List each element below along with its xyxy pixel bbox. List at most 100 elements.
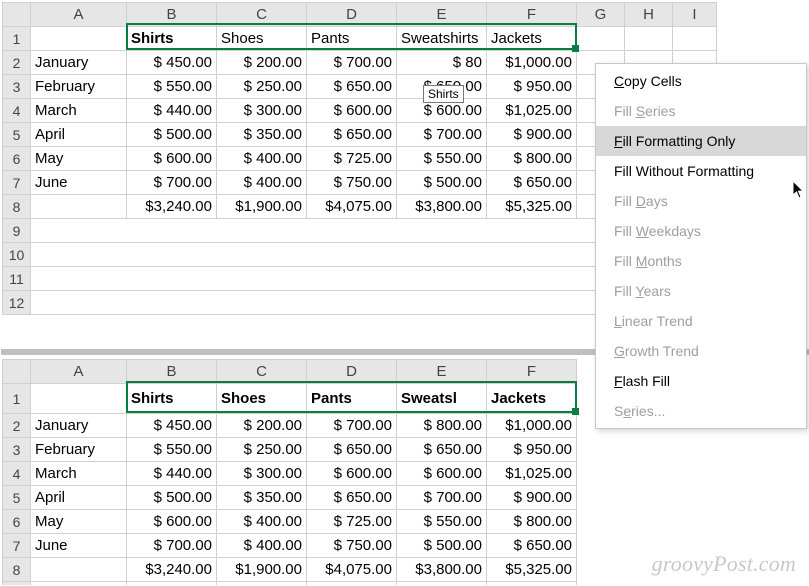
cell[interactable]: $ 250.00 xyxy=(217,438,307,462)
cell[interactable]: $1,000.00 xyxy=(487,414,577,438)
cell[interactable] xyxy=(625,27,673,51)
col-header[interactable]: E xyxy=(397,3,487,27)
row-header[interactable]: 3 xyxy=(3,438,31,462)
cell[interactable]: $ 600.00 xyxy=(127,147,217,171)
row-header[interactable]: 7 xyxy=(3,171,31,195)
cell[interactable]: $4,075.00 xyxy=(307,195,397,219)
column-header-row[interactable]: A B C D E F xyxy=(3,360,577,384)
cell[interactable]: $ 80 xyxy=(397,51,487,75)
table-row[interactable]: 7 June $ 700.00 $ 400.00 $ 750.00 $ 500.… xyxy=(3,534,577,558)
cell[interactable]: $ 700.00 xyxy=(397,486,487,510)
cell[interactable]: $ 900.00 xyxy=(487,486,577,510)
cell[interactable]: $ 950.00 xyxy=(487,438,577,462)
cell[interactable]: April xyxy=(31,123,127,147)
cell[interactable]: $ 450.00 xyxy=(127,51,217,75)
cell[interactable]: $ 550.00 xyxy=(397,147,487,171)
row-header[interactable]: 2 xyxy=(3,414,31,438)
cell[interactable] xyxy=(673,27,717,51)
cell[interactable]: $ 500.00 xyxy=(127,123,217,147)
row-header[interactable]: 12 xyxy=(3,291,31,315)
select-all[interactable] xyxy=(3,360,31,384)
col-header[interactable]: A xyxy=(31,3,127,27)
cell[interactable]: $ 440.00 xyxy=(127,462,217,486)
table-row[interactable]: 1 Shirts Shoes Pants Sweatsl Jackets xyxy=(3,384,577,414)
cell[interactable] xyxy=(577,27,625,51)
cell[interactable]: $ 400.00 xyxy=(217,534,307,558)
cell[interactable]: $ 600.00 xyxy=(127,510,217,534)
cell-header-shirts[interactable]: Shirts xyxy=(127,27,217,51)
menu-flash-fill[interactable]: Flash Fill xyxy=(596,366,806,396)
cell[interactable]: June xyxy=(31,171,127,195)
cell[interactable]: $3,240.00 xyxy=(127,195,217,219)
cell[interactable]: $ 500.00 xyxy=(127,486,217,510)
row-header[interactable]: 9 xyxy=(3,219,31,243)
cell[interactable]: $1,000.00 xyxy=(487,51,577,75)
cell[interactable]: $ 350.00 xyxy=(217,123,307,147)
row-header[interactable]: 2 xyxy=(3,51,31,75)
col-header[interactable]: C xyxy=(217,360,307,384)
menu-fill-formatting-only[interactable]: Fill Formatting Only xyxy=(596,126,806,156)
cell[interactable]: $ 200.00 xyxy=(217,51,307,75)
cell[interactable]: February xyxy=(31,438,127,462)
cell[interactable] xyxy=(31,558,127,582)
row-header[interactable]: 6 xyxy=(3,147,31,171)
cell[interactable]: $ 650.00 xyxy=(487,534,577,558)
col-header[interactable]: C xyxy=(217,3,307,27)
cell[interactable]: $3,240.00 xyxy=(127,558,217,582)
cell[interactable]: $ 400.00 xyxy=(217,147,307,171)
cell[interactable]: $ 600.00 xyxy=(397,462,487,486)
col-header[interactable]: F xyxy=(487,3,577,27)
row-header[interactable]: 1 xyxy=(3,27,31,51)
cell[interactable]: $5,325.00 xyxy=(487,195,577,219)
col-header[interactable]: I xyxy=(673,3,717,27)
col-header[interactable]: B xyxy=(127,3,217,27)
row-header[interactable]: 6 xyxy=(3,510,31,534)
menu-copy-cells[interactable]: Copy Cells xyxy=(596,66,806,96)
cell[interactable]: $ 800.00 xyxy=(397,414,487,438)
table-row[interactable]: 5 April $ 500.00 $ 350.00 $ 650.00 $ 700… xyxy=(3,486,577,510)
cell[interactable]: $ 300.00 xyxy=(217,99,307,123)
column-header-row[interactable]: A B C D E F G H I xyxy=(3,3,717,27)
cell[interactable]: $ 750.00 xyxy=(307,171,397,195)
row-header[interactable]: 1 xyxy=(3,384,31,414)
row-header[interactable]: 8 xyxy=(3,558,31,582)
cell[interactable]: $ 450.00 xyxy=(127,414,217,438)
cell-header[interactable]: Shoes xyxy=(217,384,307,414)
cell[interactable]: May xyxy=(31,510,127,534)
cell[interactable]: $ 250.00 xyxy=(217,75,307,99)
cell-header[interactable]: Pants xyxy=(307,27,397,51)
select-all[interactable] xyxy=(3,3,31,27)
col-header[interactable]: B xyxy=(127,360,217,384)
cell[interactable]: $ 500.00 xyxy=(397,171,487,195)
col-header[interactable]: E xyxy=(397,360,487,384)
cell-header[interactable]: Jackets xyxy=(487,384,577,414)
cell[interactable]: $ 700.00 xyxy=(397,123,487,147)
col-header[interactable]: A xyxy=(31,360,127,384)
cell[interactable]: $ 650.00 xyxy=(307,486,397,510)
cell[interactable]: $ 650.00 xyxy=(397,438,487,462)
cell[interactable]: March xyxy=(31,99,127,123)
cell[interactable]: $ 700.00 xyxy=(127,534,217,558)
cell[interactable]: $1,900.00 xyxy=(217,558,307,582)
col-header[interactable]: D xyxy=(307,360,397,384)
cell[interactable]: $3,800.00 xyxy=(397,558,487,582)
cell-header[interactable]: Shirts xyxy=(127,384,217,414)
cell[interactable]: March xyxy=(31,462,127,486)
cell[interactable]: $ 650.00 xyxy=(487,171,577,195)
cell-header[interactable]: Jackets xyxy=(487,27,577,51)
cell[interactable]: $ 900.00 xyxy=(487,123,577,147)
spreadsheet-bottom[interactable]: A B C D E F 1 Shirts Shoes Pants Sweatsl… xyxy=(2,359,577,586)
row-header[interactable]: 5 xyxy=(3,486,31,510)
table-row[interactable]: 8 $3,240.00 $1,900.00 $4,075.00 $3,800.0… xyxy=(3,558,577,582)
cell[interactable]: $ 650.00 xyxy=(307,438,397,462)
table-row[interactable]: 4 March $ 440.00 $ 300.00 $ 600.00 $ 600… xyxy=(3,462,577,486)
cell[interactable]: $ 725.00 xyxy=(307,510,397,534)
row-header[interactable]: 3 xyxy=(3,75,31,99)
cell[interactable]: $ 700.00 xyxy=(127,171,217,195)
cell[interactable]: $1,900.00 xyxy=(217,195,307,219)
cell[interactable]: June xyxy=(31,534,127,558)
cell[interactable]: $ 750.00 xyxy=(307,534,397,558)
cell[interactable]: $ 650.00 xyxy=(307,123,397,147)
cell-header[interactable]: Sweatsl xyxy=(397,384,487,414)
cell[interactable]: $3,800.00 xyxy=(397,195,487,219)
